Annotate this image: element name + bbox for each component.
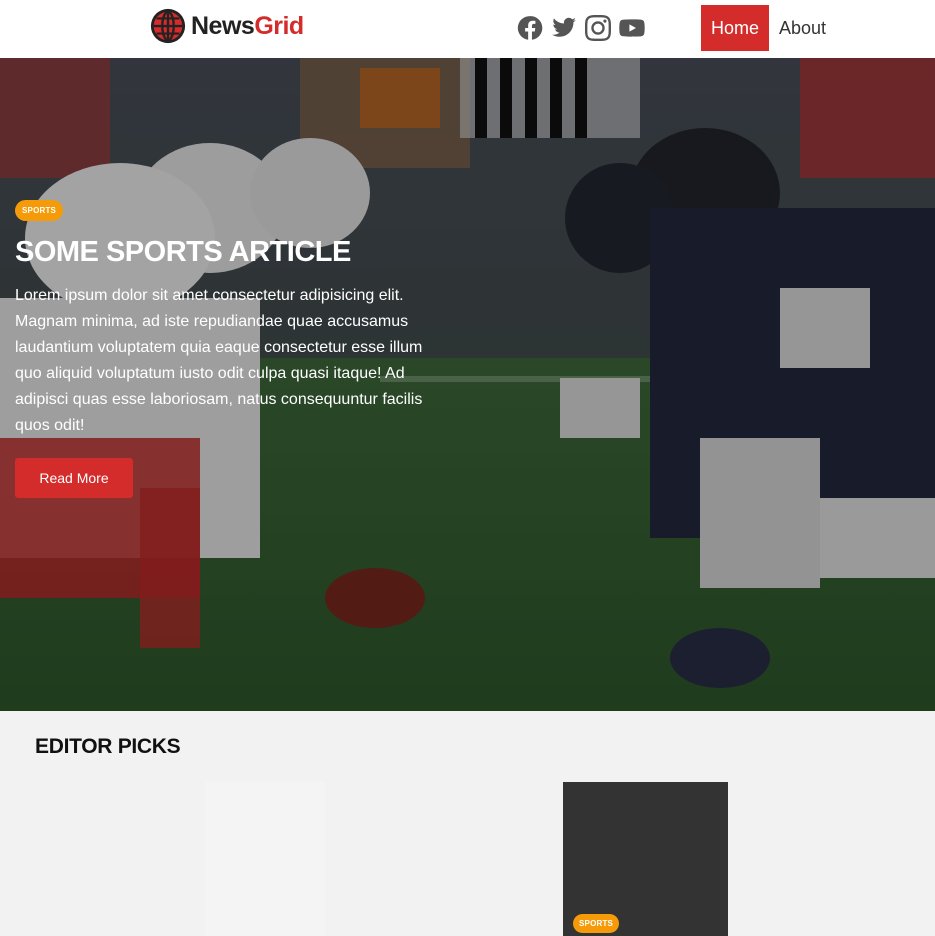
nav-about[interactable]: About xyxy=(769,5,836,51)
category-badge[interactable]: SPORTS xyxy=(15,200,64,221)
twitter-icon[interactable] xyxy=(551,15,577,41)
editor-picks-section: EDITOR PICKS SPORTS xyxy=(0,711,935,936)
youtube-icon[interactable] xyxy=(619,15,645,41)
instagram-icon[interactable] xyxy=(585,15,611,41)
navbar: News Grid Home About xyxy=(0,0,935,58)
globe-icon xyxy=(150,8,186,44)
brand-logo[interactable]: News Grid xyxy=(149,6,304,46)
brand-name-news: News xyxy=(191,11,255,40)
pick-card[interactable]: SPORTS xyxy=(563,782,728,936)
facebook-icon[interactable] xyxy=(517,15,543,41)
nav-home[interactable]: Home xyxy=(701,5,770,51)
read-more-button[interactable]: Read More xyxy=(15,458,133,498)
hero-title: SOME SPORTS ARTICLE xyxy=(15,236,351,268)
hero-content: SPORTS SOME SPORTS ARTICLE Lorem ipsum d… xyxy=(15,200,435,498)
brand-name-grid: Grid xyxy=(254,11,304,40)
pick-category-badge[interactable]: SPORTS xyxy=(573,914,620,933)
editor-picks-title: EDITOR PICKS xyxy=(35,735,181,758)
pick-card[interactable] xyxy=(205,782,325,936)
hero-text: Lorem ipsum dolor sit amet consectetur a… xyxy=(15,287,423,434)
main-nav: Home About xyxy=(701,5,836,51)
hero-section: SPORTS SOME SPORTS ARTICLE Lorem ipsum d… xyxy=(0,58,935,711)
social-links xyxy=(517,14,645,42)
